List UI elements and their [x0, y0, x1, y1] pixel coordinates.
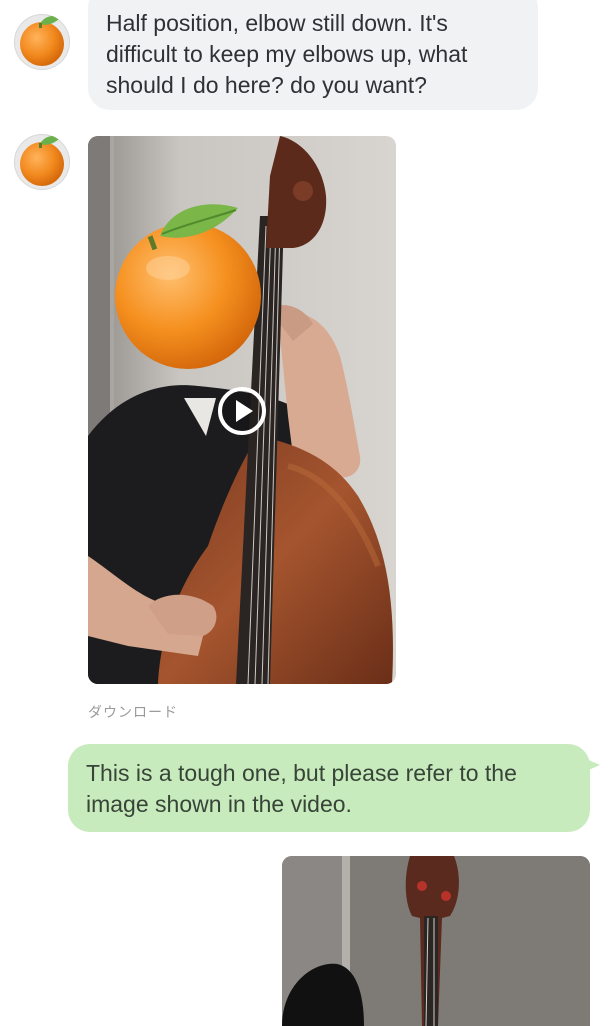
outgoing-video-thumbnail[interactable]: [282, 856, 590, 1026]
incoming-video-thumbnail[interactable]: [88, 136, 396, 684]
bubble-tail: [584, 758, 600, 772]
outgoing-message-text: This is a tough one, but please refer to…: [86, 760, 517, 817]
outgoing-message-bubble[interactable]: This is a tough one, but please refer to…: [68, 744, 600, 832]
incoming-message-bubble[interactable]: Half position, elbow still down. It's di…: [88, 0, 538, 110]
download-link[interactable]: ダウンロード: [88, 702, 178, 722]
sender-avatar[interactable]: [14, 14, 70, 70]
incoming-message-text: Half position, elbow still down. It's di…: [106, 10, 468, 98]
orange-icon: [20, 16, 64, 66]
orange-icon: [20, 136, 64, 186]
sender-avatar[interactable]: [14, 134, 70, 190]
play-icon[interactable]: [217, 386, 267, 436]
